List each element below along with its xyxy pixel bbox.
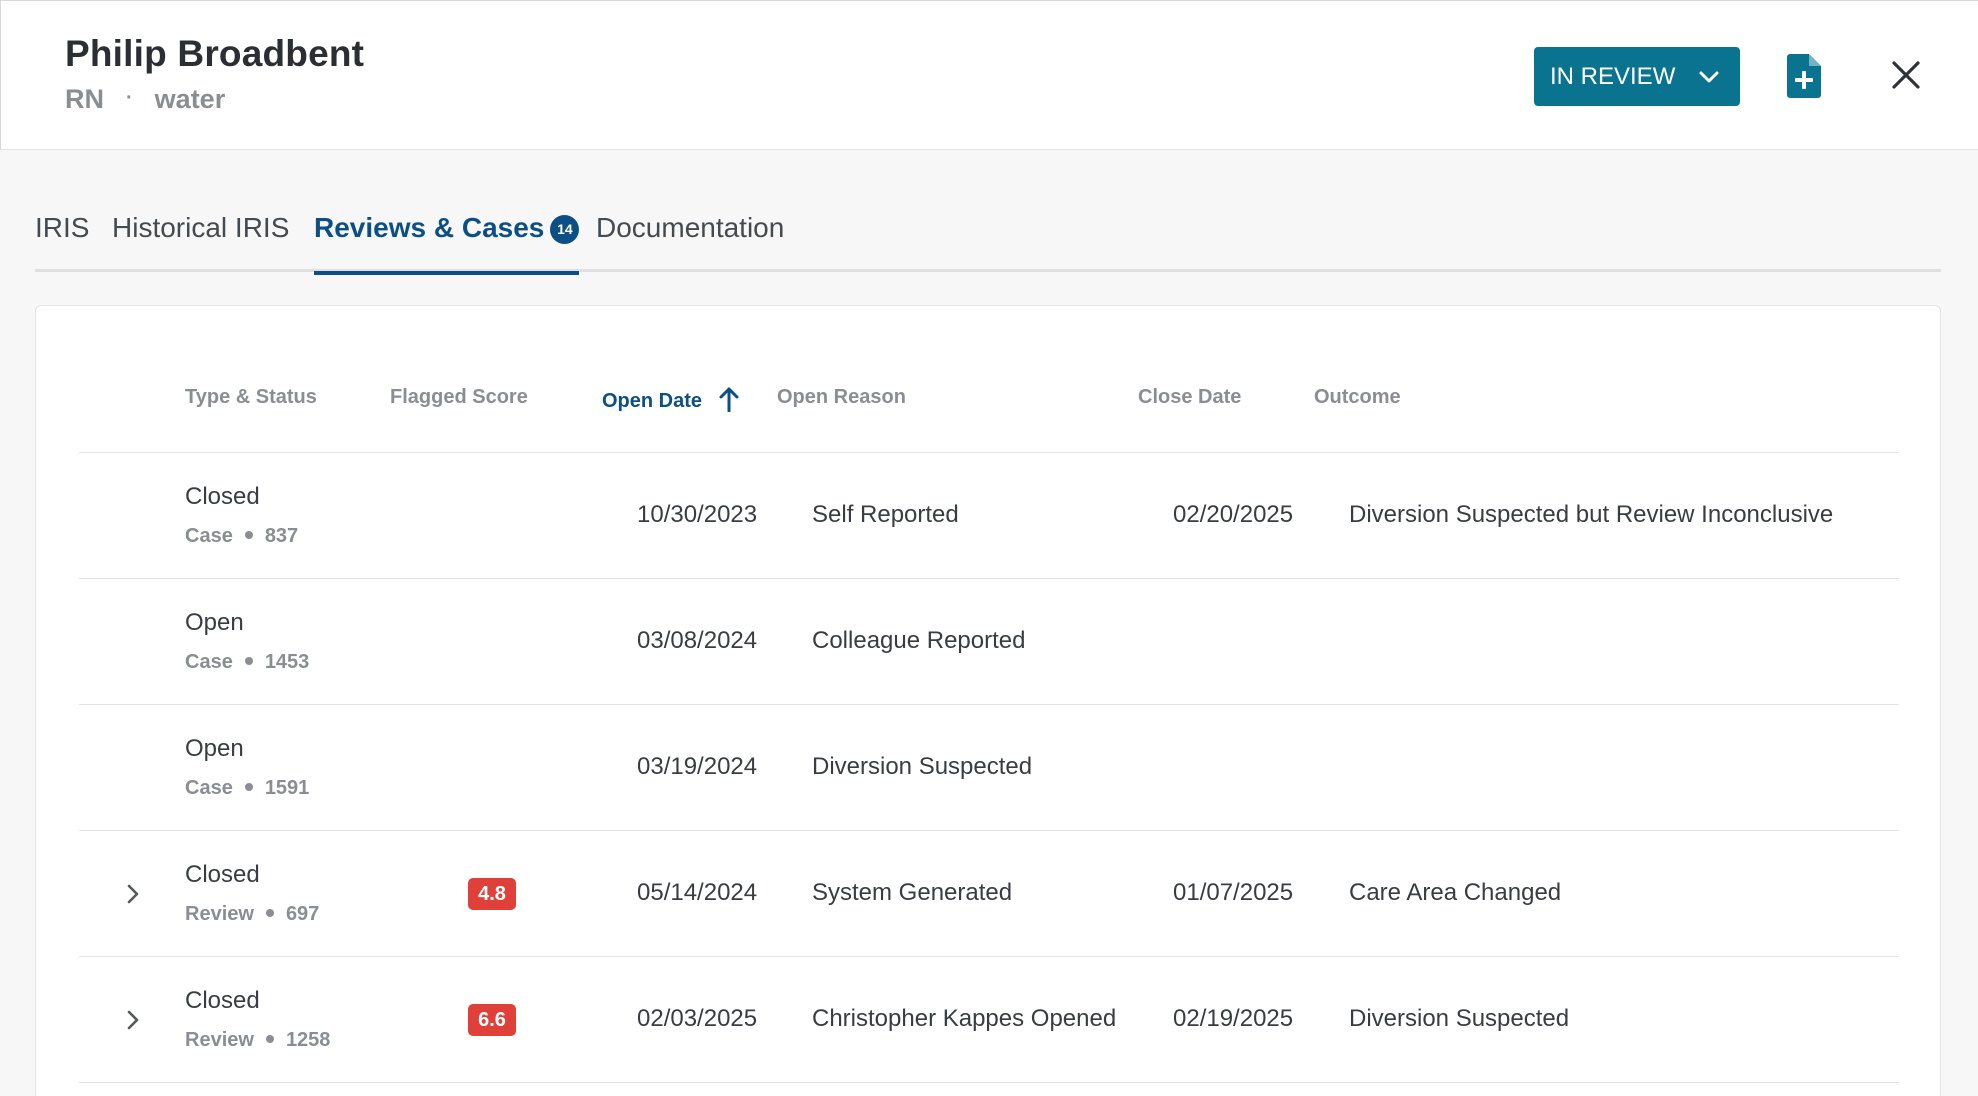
- row-status: Closed: [185, 861, 260, 888]
- table-row[interactable]: Open Case 1591 03/19/2024 Diversion Suspe…: [79, 705, 1899, 831]
- row-type-id: Case 1453: [185, 651, 309, 674]
- row-id: 1258: [285, 1029, 331, 1051]
- tab-documentation[interactable]: Documentation: [596, 212, 784, 270]
- status-dropdown[interactable]: IN REVIEW: [1534, 47, 1740, 106]
- tab-bar: IRIS Historical IRIS Reviews & Cases 14 D…: [35, 200, 1941, 275]
- column-header-close-date[interactable]: Close Date: [1138, 386, 1241, 409]
- subtitle-separator: ·: [126, 87, 133, 109]
- row-open-reason: Christopher Kappes Opened: [812, 1005, 1117, 1032]
- row-outcome: Care Area Changed: [1349, 879, 1562, 906]
- tab-reviews-cases[interactable]: Reviews & Cases 14: [314, 212, 580, 275]
- column-header-outcome[interactable]: Outcome: [1314, 386, 1401, 409]
- bullet-separator: [265, 909, 274, 917]
- bullet-separator: [244, 657, 253, 665]
- row-close-date: 01/07/2025: [1173, 879, 1294, 906]
- row-type: Review: [185, 903, 254, 925]
- column-header-flagged-score[interactable]: Flagged Score: [390, 386, 528, 409]
- case-detail-panel: Philip Broadbent RN · water IN REVIEW IR…: [0, 0, 1978, 1096]
- row-status: Closed: [185, 987, 260, 1014]
- bullet-separator: [265, 1035, 274, 1043]
- table-row[interactable]: Closed Review 1258 6.6 02/03/2025 Christo…: [79, 957, 1899, 1083]
- tab-label: Reviews & Cases: [314, 212, 545, 243]
- table-row[interactable]: Closed Review 697 4.8 05/14/2024 System G…: [79, 831, 1899, 957]
- tab-label: Documentation: [596, 212, 785, 243]
- chevron-right-icon[interactable]: [125, 882, 141, 906]
- row-type: Review: [185, 1029, 254, 1051]
- person-name: Philip Broadbent: [65, 33, 365, 74]
- row-type-id: Review 1258: [185, 1029, 330, 1052]
- row-open-date: 02/03/2025: [637, 1005, 758, 1032]
- row-open-date: 10/30/2023: [637, 501, 758, 528]
- close-icon[interactable]: [1889, 58, 1923, 92]
- row-type: Case: [185, 651, 233, 673]
- panel-header: Philip Broadbent RN · water IN REVIEW: [0, 0, 1978, 150]
- person-subtitle: RN · water: [65, 84, 225, 115]
- row-open-date: 03/19/2024: [637, 753, 758, 780]
- tab-iris[interactable]: IRIS: [35, 212, 89, 270]
- row-open-date: 03/08/2024: [637, 627, 758, 654]
- bullet-separator: [244, 783, 253, 791]
- row-type: Case: [185, 777, 233, 799]
- row-open-reason: Self Reported: [812, 501, 959, 528]
- person-unit: water: [154, 84, 226, 114]
- row-open-date: 05/14/2024: [637, 879, 758, 906]
- tab-historical-iris[interactable]: Historical IRIS: [112, 212, 289, 270]
- row-outcome: Diversion Suspected but Review Inconclus…: [1349, 501, 1834, 528]
- row-status: Closed: [185, 483, 260, 510]
- flagged-score-badge: 6.6: [468, 1004, 516, 1036]
- row-status: Open: [185, 609, 244, 636]
- tab-label: Historical IRIS: [112, 212, 290, 243]
- row-close-date: 02/19/2025: [1173, 1005, 1294, 1032]
- row-type-id: Case 1591: [185, 777, 309, 800]
- column-header-open-date[interactable]: Open Date: [602, 386, 740, 413]
- row-status: Open: [185, 735, 244, 762]
- table-row[interactable]: Open Case 1453 03/08/2024 Colleague Repor…: [79, 579, 1899, 705]
- flagged-score-badge: 4.8: [468, 878, 516, 910]
- arrow-up-icon: [719, 387, 739, 412]
- row-id: 1453: [264, 651, 310, 673]
- row-id: 837: [264, 525, 299, 547]
- tab-label: IRIS: [35, 212, 90, 243]
- column-header-type-status[interactable]: Type & Status: [185, 386, 317, 409]
- row-open-reason: Colleague Reported: [812, 627, 1026, 654]
- reviews-cases-card: Type & Status Flagged Score Open Date Op…: [35, 305, 1941, 1096]
- person-role: RN: [65, 84, 104, 114]
- tab-count-badge: 14: [550, 215, 580, 244]
- table-row[interactable]: Closed Case 837 10/30/2023 Self Reported …: [79, 453, 1899, 579]
- bullet-separator: [244, 531, 253, 539]
- row-close-date: 02/20/2025: [1173, 501, 1294, 528]
- chevron-right-icon[interactable]: [125, 1008, 141, 1032]
- row-type-id: Case 837: [185, 525, 298, 548]
- row-open-reason: Diversion Suspected: [812, 753, 1033, 780]
- chevron-down-icon: [1699, 71, 1719, 83]
- document-add-icon[interactable]: [1787, 54, 1821, 98]
- column-header-open-date-label: Open Date: [602, 390, 703, 412]
- status-dropdown-label: IN REVIEW: [1550, 62, 1676, 90]
- column-header-open-reason[interactable]: Open Reason: [777, 386, 906, 409]
- row-open-reason: System Generated: [812, 879, 1013, 906]
- row-type-id: Review 697: [185, 903, 319, 926]
- row-type: Case: [185, 525, 233, 547]
- row-id: 697: [285, 903, 320, 925]
- row-id: 1591: [264, 777, 310, 799]
- row-outcome: Diversion Suspected: [1349, 1005, 1570, 1032]
